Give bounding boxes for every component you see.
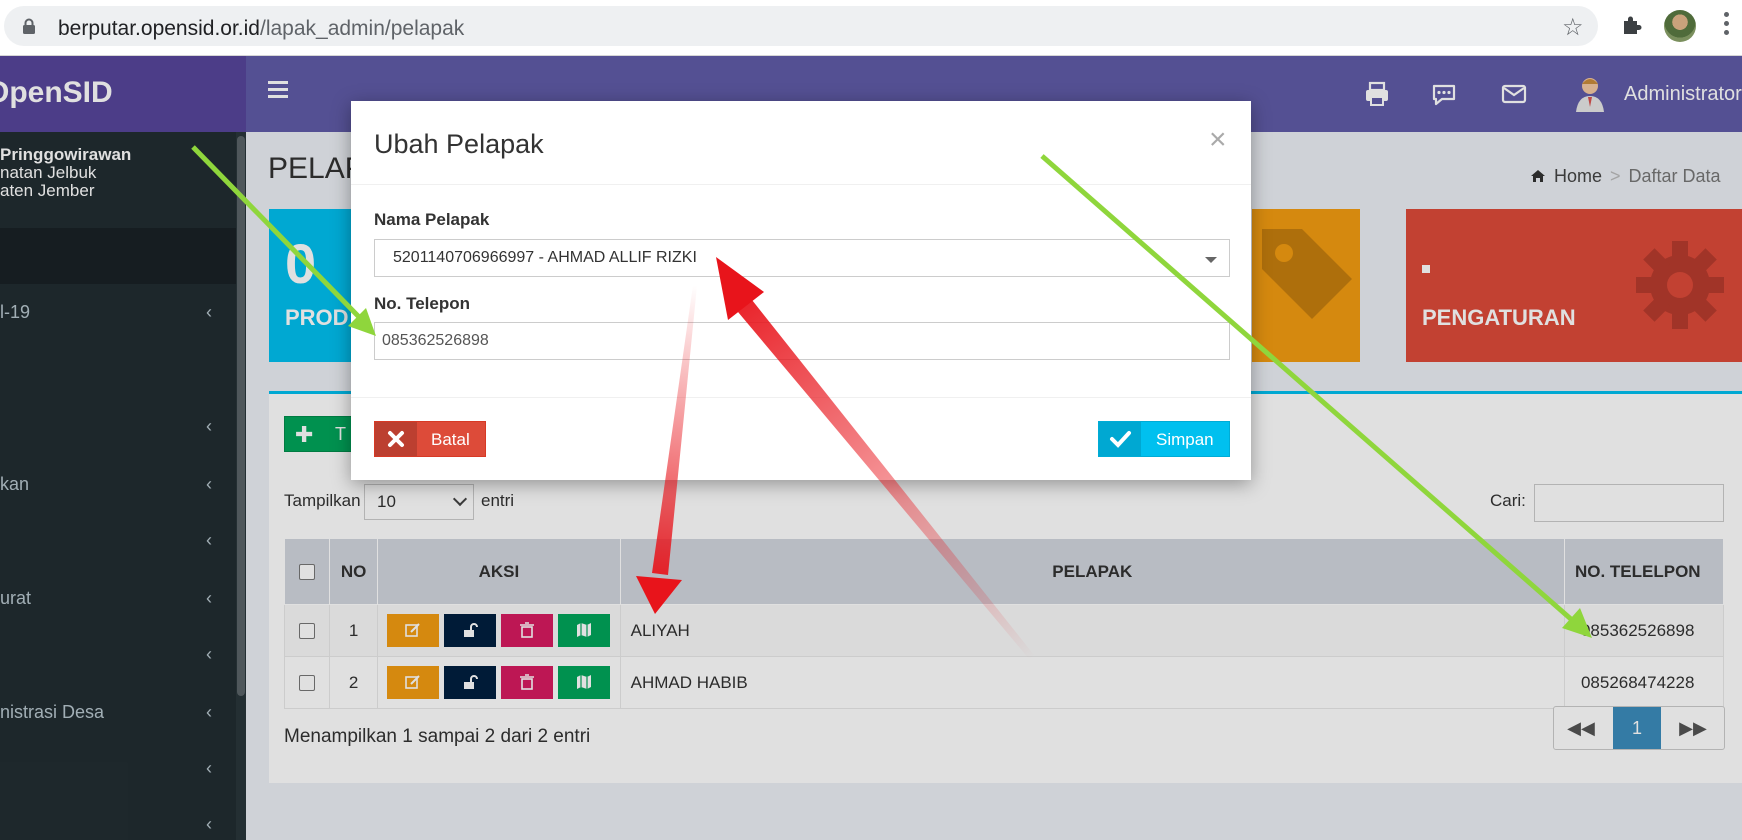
url-text: berputar.opensid.or.id/lapak_admin/pelap… [58,17,465,40]
save-button-label: Simpan [1156,430,1214,449]
nama-pelapak-label: Nama Pelapak [374,210,490,229]
check-icon [1110,431,1131,448]
nama-pelapak-value: 5201140706966997 - AHMAD ALLIF RIZKI [393,249,697,266]
lock-icon [23,18,35,34]
profile-avatar[interactable] [1664,10,1696,42]
cancel-button[interactable]: Batal [374,421,486,457]
close-x-icon [388,431,404,447]
cancel-button-label: Batal [431,430,470,449]
nama-pelapak-select[interactable]: 5201140706966997 - AHMAD ALLIF RIZKI [374,239,1230,277]
browser-menu-icon[interactable] [1724,12,1730,38]
address-bar[interactable]: berputar.opensid.or.id/lapak_admin/pelap… [4,6,1598,46]
bookmark-star-icon[interactable]: ☆ [1562,13,1584,42]
telepon-label: No. Telepon [374,294,471,313]
browser-toolbar: berputar.opensid.or.id/lapak_admin/pelap… [0,0,1742,56]
check-icon-wrap [1099,422,1141,456]
modal-footer-divider [351,397,1251,398]
save-button[interactable]: Simpan [1098,421,1230,457]
close-icon[interactable]: × [1209,123,1227,157]
edit-pelapak-modal: Ubah Pelapak × Nama Pelapak 520114070696… [351,101,1251,480]
telepon-input[interactable] [374,322,1230,360]
modal-title: Ubah Pelapak [374,129,544,159]
dropdown-arrow-icon [1205,257,1217,263]
extensions-puzzle-icon[interactable] [1620,13,1644,37]
close-x-icon-wrap [375,422,417,456]
modal-header: Ubah Pelapak × [351,101,1251,185]
